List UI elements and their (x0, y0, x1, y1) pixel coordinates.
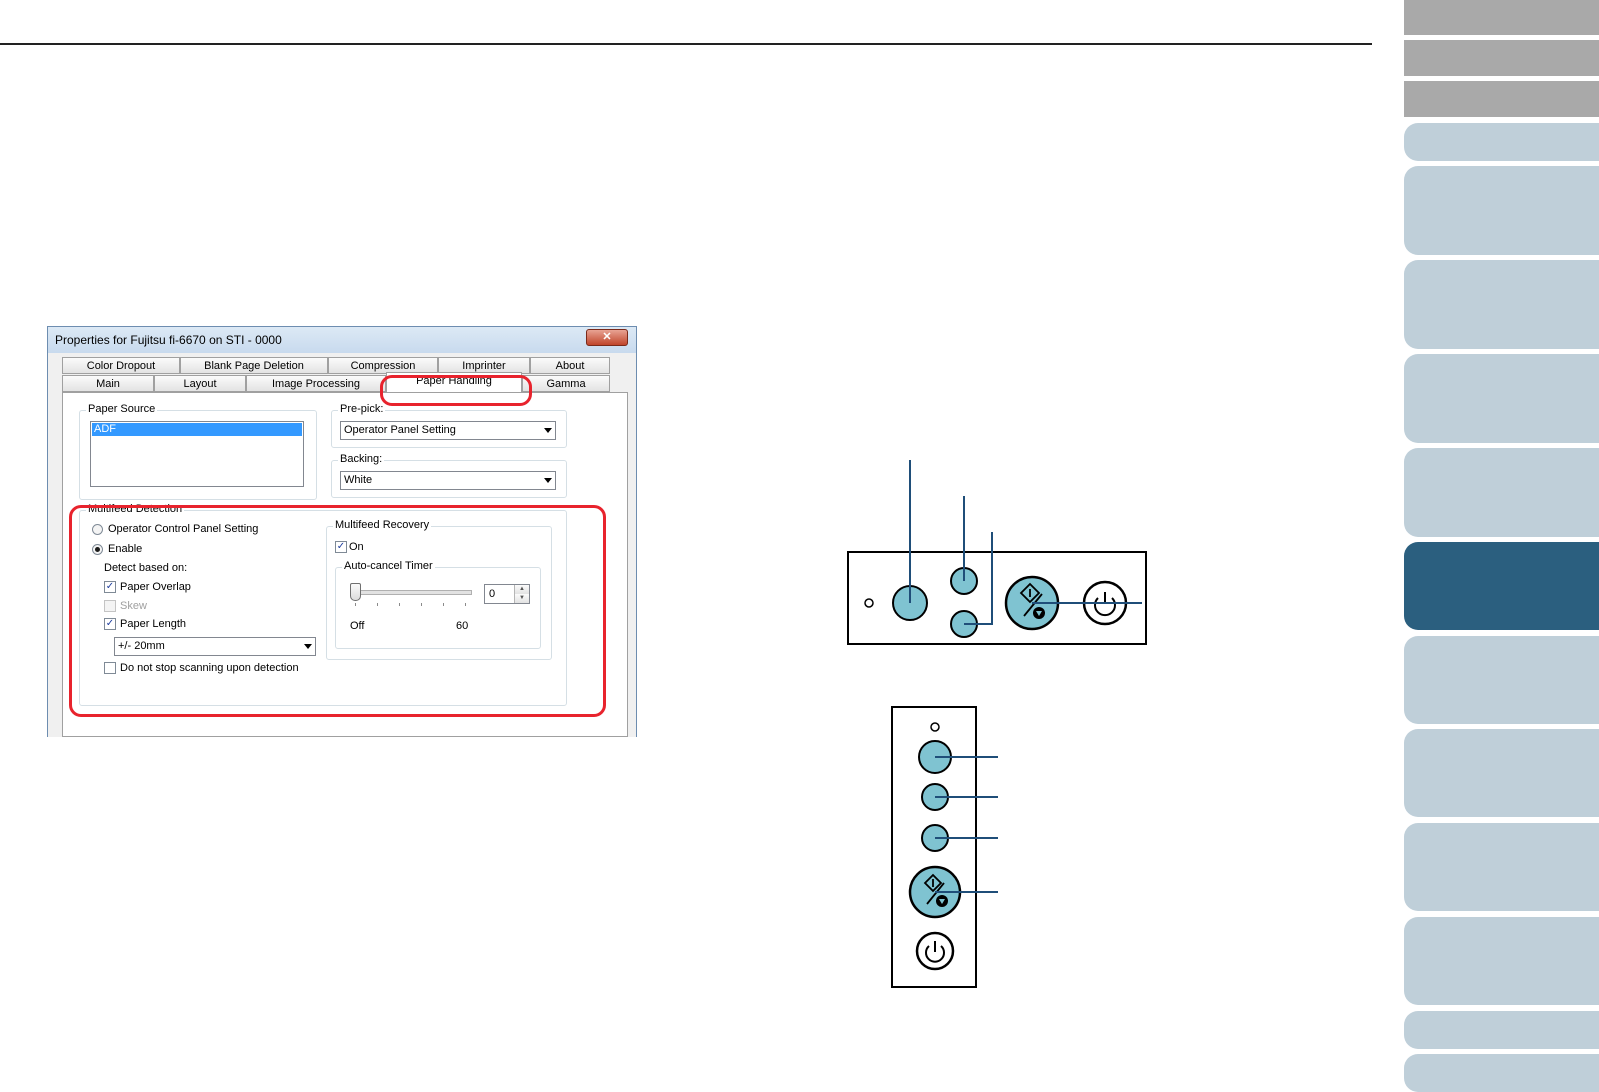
pre-pick-value: Operator Panel Setting (344, 424, 456, 436)
tab-main[interactable]: Main (62, 375, 154, 392)
operator-panel-horizontal (847, 460, 1147, 645)
pre-pick-dropdown[interactable]: Operator Panel Setting (340, 421, 556, 440)
paper-source-legend: Paper Source (86, 403, 158, 415)
dialog-titlebar: Properties for Fujitsu fi-6670 on STI - … (48, 327, 636, 353)
pre-pick-label: Pre-pick: (338, 403, 386, 415)
dropdown-arrow-icon (544, 428, 552, 433)
close-icon[interactable]: ✕ (586, 329, 628, 346)
dropdown-arrow-icon (544, 478, 552, 483)
tab-about[interactable]: About (530, 357, 610, 374)
panel-led (864, 598, 874, 608)
paper-source-list[interactable]: ADF (90, 421, 304, 487)
backing-value: White (344, 474, 373, 486)
nav-tab-11[interactable] (1404, 729, 1599, 817)
panel-led (930, 722, 940, 732)
nav-tab-7[interactable] (1404, 354, 1599, 443)
power-icon (915, 931, 955, 971)
header-rule (0, 43, 1372, 45)
nav-tab-2[interactable] (1404, 40, 1599, 76)
pre-pick-group: Pre-pick: Operator Panel Setting (331, 403, 567, 448)
backing-dropdown[interactable]: White (340, 471, 556, 490)
operator-panel-vertical (891, 706, 998, 988)
nav-tab-12[interactable] (1404, 823, 1599, 911)
nav-tab-1[interactable] (1404, 0, 1599, 35)
highlight-multifeed-detection (69, 505, 606, 717)
tab-layout[interactable]: Layout (154, 375, 246, 392)
highlight-paper-handling-tab (380, 375, 532, 406)
backing-label: Backing: (338, 453, 385, 465)
nav-tab-15[interactable] (1404, 1054, 1599, 1092)
nav-tab-4[interactable] (1404, 123, 1599, 161)
tab-image-processing[interactable]: Image Processing (246, 375, 386, 392)
nav-tab-14[interactable] (1404, 1011, 1599, 1049)
paper-source-group: Paper Source ADF (79, 403, 317, 500)
nav-tab-13[interactable] (1404, 917, 1599, 1005)
paper-source-selected-item[interactable]: ADF (92, 423, 302, 436)
dialog-title: Properties for Fujitsu fi-6670 on STI - … (55, 333, 282, 347)
nav-tab-10[interactable] (1404, 636, 1599, 724)
nav-tab-5[interactable] (1404, 166, 1599, 255)
nav-tab-8[interactable] (1404, 448, 1599, 537)
tab-color-dropout[interactable]: Color Dropout (62, 357, 180, 374)
nav-tab-6[interactable] (1404, 260, 1599, 349)
tab-gamma[interactable]: Gamma (522, 375, 610, 392)
tab-blank-page-deletion[interactable]: Blank Page Deletion (180, 357, 328, 374)
nav-tab-9-active[interactable] (1404, 542, 1599, 630)
backing-group: Backing: White (331, 453, 567, 498)
nav-tab-3[interactable] (1404, 81, 1599, 117)
